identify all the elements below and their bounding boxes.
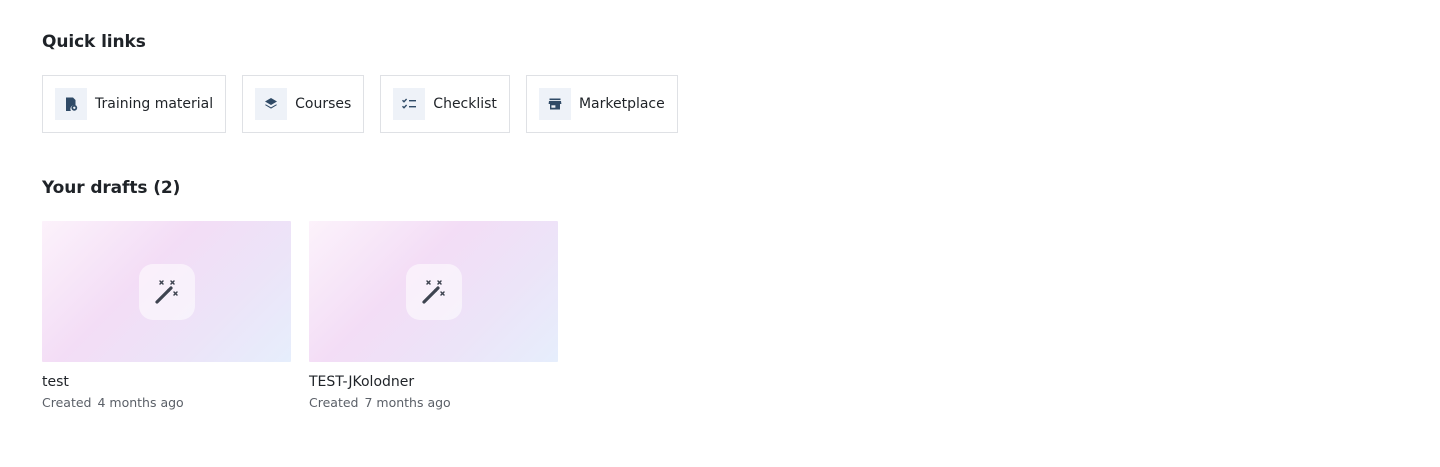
created-ago: 7 months ago bbox=[364, 395, 451, 410]
created-label: Created bbox=[309, 395, 359, 410]
quick-links-title: Quick links bbox=[42, 32, 146, 52]
quick-link-label: Checklist bbox=[433, 96, 497, 112]
draft-title[interactable]: test bbox=[42, 374, 291, 390]
draft-thumbnail[interactable] bbox=[42, 221, 291, 362]
draft-title[interactable]: TEST-JKolodner bbox=[309, 374, 558, 390]
quick-link-marketplace[interactable]: Marketplace bbox=[525, 75, 678, 133]
drafts-title: Your drafts (2) bbox=[42, 178, 181, 198]
quick-link-training-material[interactable]: Training material bbox=[42, 75, 227, 133]
created-ago: 4 months ago bbox=[97, 395, 184, 410]
created-label: Created bbox=[42, 395, 92, 410]
draft-badge bbox=[405, 263, 462, 320]
quick-links-row: Training material Courses Checklist Mark… bbox=[42, 75, 678, 133]
quick-link-label: Courses bbox=[295, 96, 352, 112]
quick-link-checklist[interactable]: Checklist bbox=[380, 75, 510, 133]
page: Quick links Training material Courses Ch… bbox=[0, 0, 1440, 467]
quick-link-label: Marketplace bbox=[578, 96, 665, 112]
draft-thumbnail[interactable] bbox=[309, 221, 558, 362]
quick-link-label: Training material bbox=[95, 96, 214, 112]
storefront-icon bbox=[538, 88, 571, 120]
draft-badge bbox=[138, 263, 195, 320]
draft-card[interactable]: test Created 4 months ago bbox=[42, 221, 291, 410]
magic-wand-icon bbox=[421, 279, 445, 304]
draft-created: Created 4 months ago bbox=[42, 395, 291, 410]
training-material-icon bbox=[55, 88, 87, 120]
magic-wand-icon bbox=[154, 279, 178, 304]
draft-card[interactable]: TEST-JKolodner Created 7 months ago bbox=[309, 221, 558, 410]
draft-created: Created 7 months ago bbox=[309, 395, 558, 410]
quick-link-courses[interactable]: Courses bbox=[242, 75, 365, 133]
drafts-row: test Created 4 months ago TEST-JKolodner… bbox=[42, 221, 558, 410]
checklist-icon bbox=[393, 88, 426, 120]
layers-icon bbox=[255, 88, 288, 120]
